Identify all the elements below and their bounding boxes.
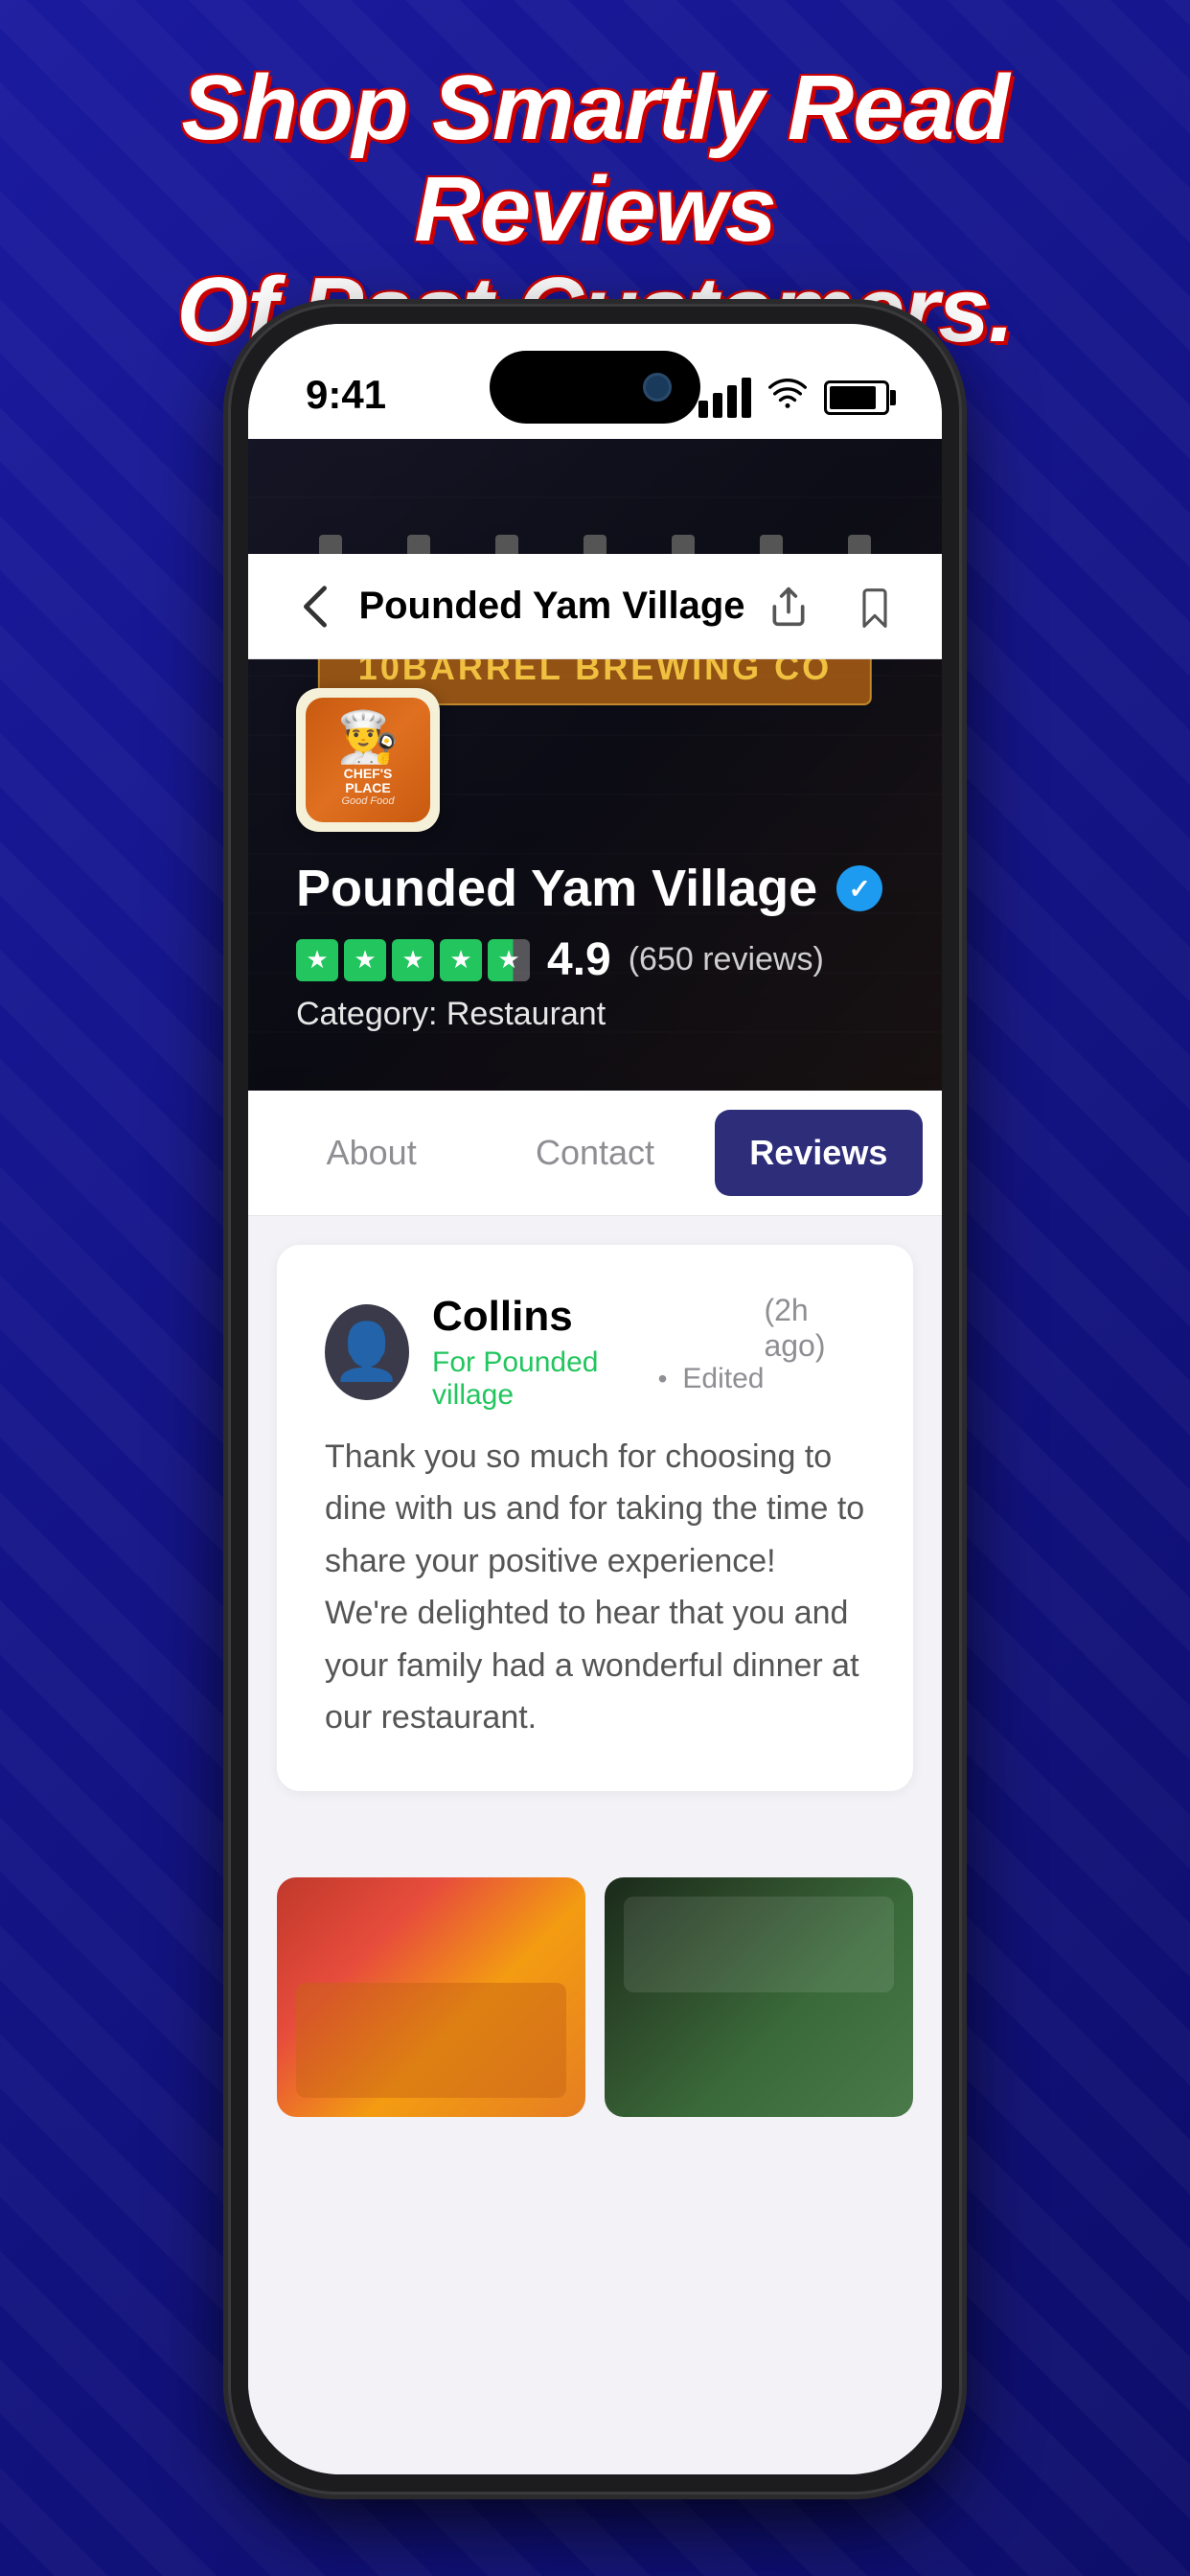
review-meta-row: For Pounded village • Edited	[432, 1346, 764, 1412]
logo-subtext: Good Food	[341, 795, 394, 807]
verified-badge: ✓	[836, 865, 882, 911]
hero-info: Pounded Yam Village ✓ ★ ★ ★ ★ ★ 4.9 (650…	[296, 859, 894, 1033]
rating-row: ★ ★ ★ ★ ★ 4.9 (650 reviews)	[296, 933, 894, 986]
reviews-section: 👤 Collins For Pounded village • Edited	[248, 1216, 942, 1849]
hero-section: 10BARREL BREWING CO 👨‍🍳 CHEF'SPLACE Good…	[248, 439, 942, 1091]
rating-number: 4.9	[547, 933, 611, 986]
share-button[interactable]	[760, 578, 817, 635]
star-1: ★	[296, 939, 338, 981]
reviewer-details: Collins For Pounded village • Edited	[432, 1293, 764, 1412]
edited-label: Edited	[682, 1363, 764, 1395]
review-text: Thank you so much for choosing to dine w…	[325, 1431, 865, 1743]
tab-reviews[interactable]: Reviews	[715, 1110, 923, 1196]
business-category: Category: Restaurant	[296, 996, 894, 1033]
review-card: 👤 Collins For Pounded village • Edited	[277, 1245, 913, 1791]
avatar-icon: 👤	[332, 1320, 401, 1385]
business-logo: 👨‍🍳 CHEF'SPLACE Good Food	[296, 688, 440, 832]
reviewer-info: 👤 Collins For Pounded village • Edited	[325, 1293, 764, 1412]
star-2: ★	[344, 939, 386, 981]
review-count: (650 reviews)	[629, 941, 824, 978]
chef-icon: 👨‍🍳	[337, 713, 400, 763]
food-image-1	[277, 1877, 585, 2117]
nav-actions	[760, 578, 904, 635]
food-images	[248, 1877, 942, 2155]
phone-screen: 9:41	[248, 324, 942, 2474]
tab-bar: About Contact Reviews	[248, 1091, 942, 1216]
reviewer-name: Collins	[432, 1293, 764, 1341]
review-header: 👤 Collins For Pounded village • Edited	[325, 1293, 865, 1412]
review-time: (2h ago)	[764, 1293, 865, 1364]
avatar: 👤	[325, 1304, 409, 1400]
status-time: 9:41	[306, 372, 386, 418]
bookmark-button[interactable]	[846, 578, 904, 635]
status-icons	[698, 377, 889, 418]
page-title: Pounded Yam Village	[344, 585, 760, 628]
star-4: ★	[440, 939, 482, 981]
dynamic-island	[490, 351, 700, 424]
star-3: ★	[392, 939, 434, 981]
front-camera	[643, 373, 672, 402]
star-5-half: ★	[488, 939, 530, 981]
back-button[interactable]	[286, 578, 344, 635]
tab-about[interactable]: About	[267, 1110, 475, 1196]
logo-text: CHEF'SPLACE	[344, 767, 393, 796]
star-rating: ★ ★ ★ ★ ★	[296, 939, 530, 981]
business-name: Pounded Yam Village ✓	[296, 859, 894, 918]
nav-bar: Pounded Yam Village	[248, 554, 942, 659]
battery-icon	[824, 380, 889, 415]
reviewer-tag: For Pounded village	[432, 1346, 643, 1412]
phone-frame: 9:41	[231, 307, 959, 2492]
wifi-icon	[768, 377, 807, 418]
tab-contact[interactable]: Contact	[491, 1110, 698, 1196]
food-image-2	[605, 1877, 913, 2117]
signal-icon	[698, 378, 751, 418]
screen-content[interactable]: Pounded Yam Village	[248, 439, 942, 2474]
